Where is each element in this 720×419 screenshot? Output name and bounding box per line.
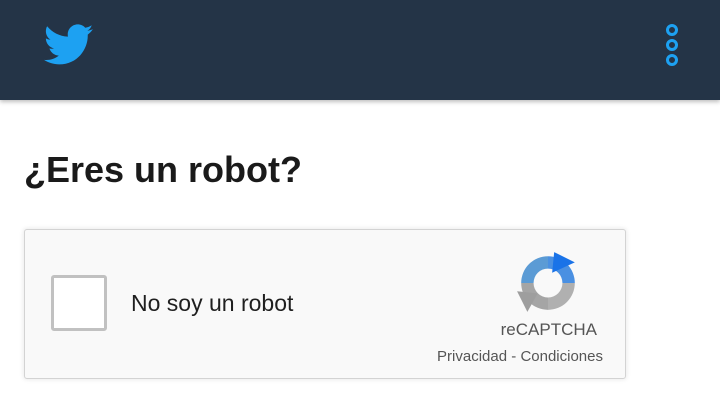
not-a-robot-checkbox[interactable] [51,275,107,331]
recaptcha-links: Privacidad - Condiciones [411,347,603,367]
checkbox-label[interactable]: No soy un robot [131,288,293,318]
page-title: ¿Eres un robot? [24,149,302,190]
recaptcha-logo-icon [517,252,575,312]
terms-link[interactable]: Condiciones [520,348,603,365]
twitter-bird-icon[interactable] [44,24,94,66]
privacy-link[interactable]: Privacidad [437,348,507,365]
links-separator: - [507,348,521,365]
recaptcha-brand: reCAPTCHA [500,320,597,339]
recaptcha-widget: No soy un robot reCAPTCHA Privacidad - C… [24,229,626,379]
more-options-icon[interactable] [658,20,686,72]
top-app-bar [0,0,720,100]
